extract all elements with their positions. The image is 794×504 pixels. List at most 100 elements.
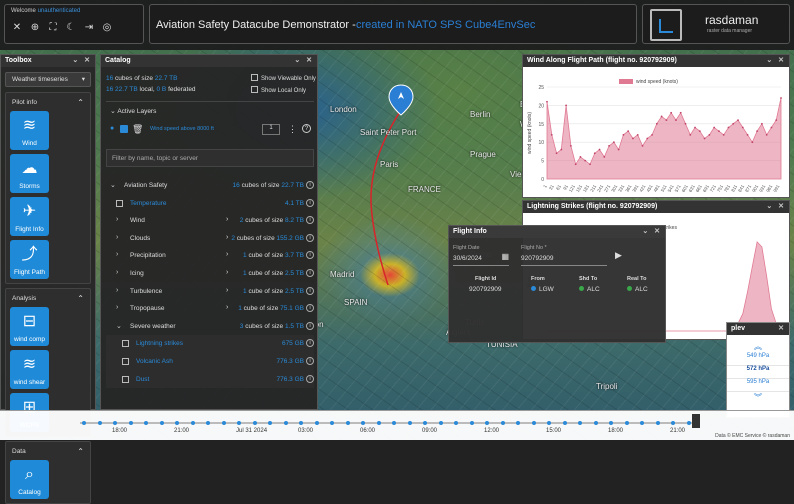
timeline-step[interactable]: [82, 421, 86, 425]
catalog-tree-row[interactable]: › Precipitation › 1 cube of size 3.7 TB i: [106, 247, 314, 265]
timeline-step[interactable]: [330, 421, 334, 425]
wind-button[interactable]: ≋ Wind: [10, 111, 49, 150]
catalog-tree-row[interactable]: ⌄ Severe weather 3 cubes of size 1.5 TB i: [106, 318, 314, 336]
timeline-step[interactable]: [221, 421, 226, 425]
active-layer-row[interactable]: ● 🗑 Wind speed above 8000 ft 1 ⋮ ?: [110, 124, 311, 136]
layer-checkbox[interactable]: [122, 340, 129, 348]
timeline-step[interactable]: [485, 421, 489, 425]
timeline-step[interactable]: [531, 421, 536, 425]
info-icon[interactable]: i: [306, 304, 314, 313]
layer-checkbox[interactable]: [122, 357, 129, 365]
timeline-step[interactable]: [686, 421, 691, 425]
catalog-button[interactable]: ⌕ Catalog: [10, 460, 49, 499]
catalog-tree-row[interactable]: Temperature 4.1 TB i: [106, 195, 314, 213]
active-layer-name[interactable]: Wind speed above 8000 ft: [150, 126, 214, 132]
info-icon[interactable]: i: [306, 339, 314, 348]
calendar-icon[interactable]: ▦: [501, 252, 509, 261]
chevron-right-icon[interactable]: ›: [226, 251, 228, 258]
info-icon[interactable]: i: [306, 356, 314, 365]
catalog-item-name[interactable]: Volcanic Ash: [136, 358, 173, 365]
expand-icon[interactable]: ›: [116, 287, 118, 294]
chevron-right-icon[interactable]: ›: [226, 287, 228, 294]
wind-comp-button[interactable]: ⊟ wind comp: [10, 307, 49, 346]
layer-menu-icon[interactable]: ⋮: [288, 124, 297, 135]
timeline-step[interactable]: [423, 421, 427, 425]
drag-handle-icon[interactable]: ●: [110, 125, 114, 132]
catalog-tree-row[interactable]: Volcanic Ash 776.3 GB i: [106, 352, 314, 371]
timeline-step[interactable]: [578, 421, 582, 425]
panel-controls[interactable]: ⌄ ✕: [766, 56, 786, 64]
timeline-step[interactable]: [392, 421, 396, 425]
panel-controls[interactable]: ⌄ ✕: [642, 227, 662, 235]
expand-icon[interactable]: ›: [116, 251, 118, 258]
login-icon[interactable]: ⇥: [83, 22, 95, 34]
timeline-step[interactable]: [128, 421, 133, 425]
flight-no-value[interactable]: 920792909: [521, 255, 554, 262]
catalog-item-name[interactable]: Temperature: [130, 200, 167, 207]
catalog-tree-row[interactable]: › Turbulence › 1 cube of size 2.5 TB i: [106, 283, 314, 301]
search-map-icon[interactable]: ⊕: [29, 22, 41, 34]
pressure-level-option[interactable]: 549 hPa: [727, 353, 789, 366]
timeline-step[interactable]: [144, 421, 148, 425]
toolbox-select[interactable]: Weather timeseries: [5, 72, 91, 87]
moon-icon[interactable]: ☾: [65, 22, 77, 34]
info-icon[interactable]: i: [306, 268, 314, 277]
panel-controls[interactable]: ⌄ ✕: [294, 56, 314, 64]
data-title[interactable]: Data: [10, 446, 86, 460]
show-viewable-checkbox[interactable]: Show Viewable Only: [251, 73, 316, 85]
show-local-checkbox[interactable]: Show Local Only: [251, 85, 316, 97]
catalog-item-name[interactable]: Severe weather: [130, 323, 176, 330]
info-icon[interactable]: i: [306, 181, 314, 189]
flight-path-button[interactable]: ⤴ Flight Path: [10, 240, 49, 279]
layer-checkbox[interactable]: [120, 125, 128, 133]
catalog-item-name[interactable]: Tropopause: [130, 305, 164, 312]
tools-icon[interactable]: ✕: [11, 22, 23, 34]
timeline-track[interactable]: [80, 422, 700, 424]
scroll-up-icon[interactable]: ︽: [727, 341, 789, 353]
timeline-step[interactable]: [206, 421, 210, 425]
layer-order-input[interactable]: 1: [262, 124, 280, 135]
expand-icon[interactable]: ⌄: [110, 181, 116, 189]
catalog-tree-row[interactable]: › Wind › 2 cubes of size 8.2 TB i: [106, 212, 314, 230]
chevron-right-icon[interactable]: ›: [226, 216, 228, 223]
timeline-step[interactable]: [283, 421, 288, 425]
play-icon[interactable]: ▶: [615, 250, 622, 261]
catalog-tree-row[interactable]: › Tropopause › 1 cube of size 75.1 GB i: [106, 300, 314, 318]
layer-checkbox[interactable]: [122, 375, 129, 383]
help-icon[interactable]: ?: [302, 124, 311, 133]
flight-info-button[interactable]: ✈ Flight Info: [10, 197, 49, 236]
pressure-level-option[interactable]: 572 hPa: [727, 366, 789, 379]
catalog-item-name[interactable]: Lightning strikes: [136, 340, 183, 347]
timeline-step[interactable]: [624, 421, 629, 425]
expand-icon[interactable]: ⌄: [116, 322, 122, 330]
expand-icon[interactable]: ›: [116, 216, 118, 223]
storms-button[interactable]: ☁ Storms: [10, 154, 49, 193]
catalog-tree-row[interactable]: Lightning strikes 675 GB i: [106, 335, 314, 353]
username-link[interactable]: unauthenticated: [38, 8, 81, 14]
expand-icon[interactable]: ›: [116, 304, 118, 311]
timeline-step[interactable]: [500, 421, 505, 425]
panel-controls[interactable]: ⌄ ✕: [766, 202, 786, 210]
timeline-step[interactable]: [299, 421, 303, 425]
timeline-current-marker[interactable]: [692, 414, 700, 428]
expand-icon[interactable]: ›: [116, 269, 118, 276]
flight-date-value[interactable]: 30/6/2024: [453, 255, 482, 262]
catalog-item-name[interactable]: Clouds: [130, 235, 150, 242]
timeline-step[interactable]: [159, 421, 164, 425]
timeline-step[interactable]: [268, 421, 272, 425]
info-icon[interactable]: i: [306, 233, 314, 242]
timeline-step[interactable]: [671, 421, 675, 425]
catalog-tree-row[interactable]: Dust 776.3 GB i: [106, 370, 314, 389]
timeline-step[interactable]: [640, 421, 644, 425]
pilot-info-title[interactable]: Pilot info: [10, 97, 86, 111]
app-subtitle[interactable]: created in NATO SPS Cube4EnvSec: [356, 19, 535, 31]
catalog-item-name[interactable]: Dust: [136, 376, 149, 383]
expand-icon[interactable]: ›: [116, 234, 118, 241]
flight-date-field[interactable]: Flight Date 30/6/2024 ▦: [453, 244, 509, 266]
timeline-step[interactable]: [547, 421, 551, 425]
timeline-step[interactable]: [237, 421, 241, 425]
about-icon[interactable]: ◎: [101, 22, 113, 34]
layer-checkbox[interactable]: [116, 199, 123, 207]
info-icon[interactable]: i: [306, 251, 314, 260]
info-icon[interactable]: i: [306, 198, 314, 207]
